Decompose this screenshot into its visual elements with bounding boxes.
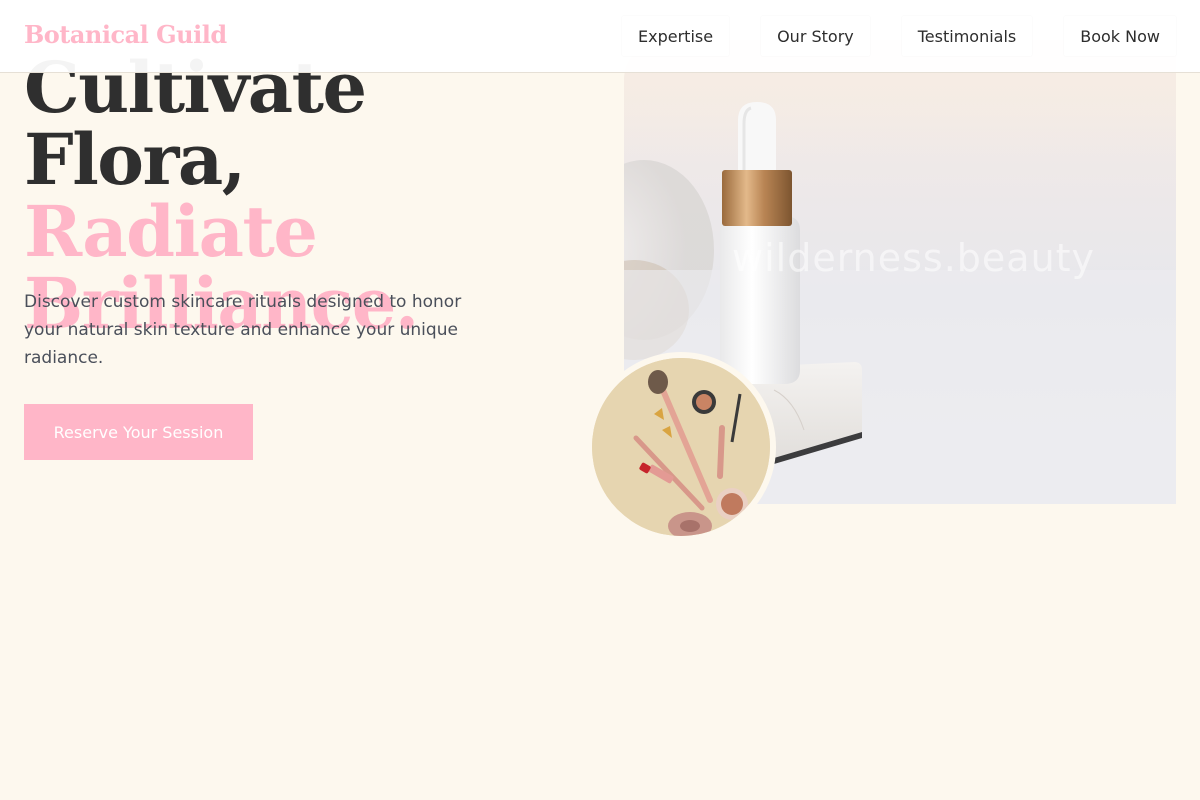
- makeup-flatlay-circle-image: [586, 352, 776, 542]
- image-watermark: wilderness.beauty: [732, 236, 1096, 280]
- hero-description: Discover custom skincare rituals designe…: [24, 292, 462, 368]
- nav-item-our-story[interactable]: Our Story: [761, 16, 870, 56]
- nav-item-expertise[interactable]: Expertise: [622, 16, 730, 56]
- brand-logo[interactable]: Botanical Guild: [24, 20, 227, 49]
- reserve-session-button[interactable]: Reserve Your Session: [24, 404, 253, 460]
- makeup-tools-illustration: [592, 358, 770, 536]
- site-header: Botanical Guild Expertise Our Story Test…: [0, 0, 1200, 73]
- hero-title-line-2: Radiate: [24, 190, 318, 273]
- nav-item-testimonials[interactable]: Testimonials: [901, 16, 1033, 56]
- nav-item-book-now[interactable]: Book Now: [1064, 16, 1176, 56]
- main-nav: Expertise Our Story Testimonials Book No…: [622, 16, 1176, 56]
- hero-title-line-1: Cultivate Flora,: [24, 46, 367, 201]
